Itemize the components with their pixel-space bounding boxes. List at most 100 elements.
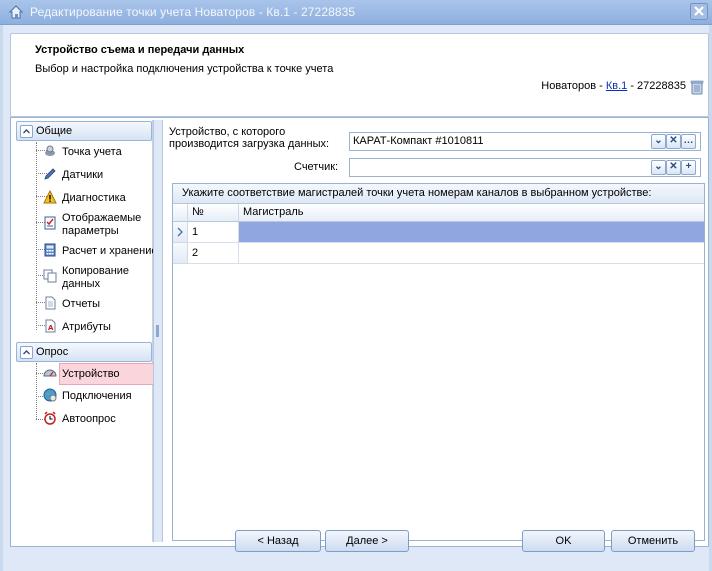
label-line-1: Копирование <box>62 265 130 277</box>
sidebar: Общие Точка учета Датчики Диагностика От… <box>13 120 162 542</box>
label-line-2: параметры <box>62 225 119 237</box>
content-area: Общие Точка учета Датчики Диагностика От… <box>10 117 709 547</box>
sidebar-item-label: Подключения <box>62 390 132 402</box>
main-panel: Устройство, с которого производится загру… <box>163 120 705 542</box>
table-row-1-line[interactable] <box>239 222 704 243</box>
device-icon <box>43 369 57 377</box>
clear-icon: ✕ <box>669 135 678 146</box>
sidebar-item-label: Диагностика <box>62 192 126 204</box>
device-label: Устройство, с которого производится загру… <box>169 126 329 150</box>
grid-corner <box>173 204 188 222</box>
sidebar-item-label: Автоопрос <box>62 413 116 425</box>
sidebar-item-label: Копирование данных <box>62 265 129 291</box>
column-header-line[interactable]: Магистраль <box>239 204 704 222</box>
table-row-2-num[interactable]: 2 <box>188 243 239 264</box>
device-clear-button[interactable]: ✕ <box>666 134 681 149</box>
apartment-link[interactable]: Кв.1 <box>606 80 627 92</box>
label-line-1: Отображаемые <box>62 212 142 224</box>
sidebar-item-connections[interactable]: Подключения <box>13 387 152 407</box>
page-title: Устройство съема и передачи данных <box>35 44 245 56</box>
cell-text: 1 <box>192 226 199 238</box>
sidebar-item-copy-data[interactable]: Копирование данных <box>13 264 152 292</box>
meter-label: Счетчик: <box>294 161 339 173</box>
meter-icon <box>45 145 55 156</box>
sidebar-group-general[interactable]: Общие <box>16 121 152 141</box>
sidebar-item-label: Точка учета <box>62 146 122 158</box>
breadcrumb-suffix: - 27228835 <box>627 80 686 92</box>
grid-caption: Укажите соответствие магистралей точки у… <box>173 184 704 204</box>
pencil-icon <box>44 168 56 180</box>
sidebar-item-label: Датчики <box>62 169 104 181</box>
sidebar-item-displayed-params[interactable]: Отображаемые параметры <box>13 211 152 239</box>
meter-clear-button[interactable]: ✕ <box>666 160 681 175</box>
close-icon[interactable] <box>690 3 708 20</box>
meter-combo[interactable]: ⌄ ✕ + <box>349 158 701 177</box>
connection-icon <box>43 388 57 402</box>
row-selector[interactable] <box>173 243 188 264</box>
pane-splitter[interactable] <box>153 120 163 542</box>
sidebar-item-sensors[interactable]: Датчики <box>13 166 152 186</box>
sidebar-item-calc-storage[interactable]: Расчет и хранение <box>13 242 158 262</box>
current-row-arrow-icon <box>177 227 183 237</box>
grid-caption-text: Укажите соответствие магистралей точки у… <box>182 187 652 199</box>
ok-button-label: OK <box>555 535 572 547</box>
breadcrumb: Новаторов - Кв.1 - 27228835 <box>541 80 686 92</box>
dialog-window: Редактирование точки учета Новаторов - К… <box>0 0 712 571</box>
ellipsis-icon: … <box>683 135 694 146</box>
column-header-label: № <box>192 206 204 218</box>
next-button-label: Далее > <box>346 535 388 547</box>
sidebar-item-label: Отображаемые параметры <box>62 212 141 238</box>
chevron-down-icon: ⌄ <box>654 161 663 172</box>
trash-icon[interactable] <box>690 79 704 95</box>
meter-add-button[interactable]: + <box>681 160 696 175</box>
row-selector[interactable] <box>173 222 188 243</box>
sidebar-item-metering-point[interactable]: Точка учета <box>13 143 152 163</box>
breadcrumb-prefix: Новаторов - <box>541 80 606 92</box>
sidebar-group-label: Опрос <box>36 346 69 358</box>
label-line-2: данных <box>62 278 101 290</box>
sidebar-item-auto-poll[interactable]: Автоопрос <box>13 410 152 430</box>
sidebar-group-label: Общие <box>36 125 73 137</box>
attributes-icon: A <box>45 319 56 333</box>
device-combo[interactable]: КАРАТ-Компакт #1010811 ⌄ ✕ … <box>349 132 701 151</box>
svg-text:A: A <box>48 324 54 332</box>
next-button[interactable]: Далее > <box>325 530 409 552</box>
page-header: Устройство съема и передачи данных Выбор… <box>10 33 709 117</box>
sidebar-item-diagnostics[interactable]: Диагностика <box>13 189 152 209</box>
back-button[interactable]: < Назад <box>235 530 321 552</box>
splitter-grip[interactable] <box>156 325 159 337</box>
device-dropdown-button[interactable]: ⌄ <box>651 134 666 149</box>
device-value: КАРАТ-Компакт #1010811 <box>353 135 484 147</box>
dialog-body: Устройство съема и передачи данных Выбор… <box>3 25 709 571</box>
chevron-up-icon[interactable] <box>20 125 33 138</box>
column-header-label: Магистраль <box>243 206 304 218</box>
window-title: Редактирование точки учета Новаторов - К… <box>30 5 356 19</box>
ok-button[interactable]: OK <box>522 530 605 552</box>
back-button-label: < Назад <box>257 535 299 547</box>
document-icon <box>45 296 56 310</box>
sidebar-item-device[interactable]: Устройство <box>13 364 152 384</box>
sidebar-item-label: Отчеты <box>62 298 101 310</box>
channel-mapping-grid: Укажите соответствие магистралей точки у… <box>172 183 705 541</box>
cancel-button[interactable]: Отменить <box>611 530 695 552</box>
sidebar-item-label: Расчет и хранение <box>62 245 158 257</box>
meter-dropdown-button[interactable]: ⌄ <box>651 160 666 175</box>
device-browse-button[interactable]: … <box>681 134 696 149</box>
chevron-up-icon[interactable] <box>20 346 33 359</box>
column-header-num[interactable]: № <box>188 204 239 222</box>
device-label-line-1: Устройство, с которого <box>169 126 286 138</box>
page-subtitle: Выбор и настройка подключения устройства… <box>35 63 334 75</box>
sidebar-item-reports[interactable]: Отчеты <box>13 295 152 315</box>
sidebar-group-polling[interactable]: Опрос <box>16 342 152 362</box>
plus-icon: + <box>685 161 692 172</box>
chevron-down-icon: ⌄ <box>654 135 663 146</box>
alarm-clock-icon <box>44 411 56 425</box>
calculator-icon <box>44 243 56 257</box>
table-row-1-num[interactable]: 1 <box>188 222 239 243</box>
sidebar-item-label: Устройство <box>62 368 120 380</box>
sidebar-item-attributes[interactable]: A Атрибуты <box>13 318 152 338</box>
device-label-line-2: производится загрузка данных: <box>169 138 330 150</box>
table-row-2-line[interactable] <box>239 243 704 264</box>
checklist-icon <box>44 216 56 230</box>
clear-icon: ✕ <box>669 161 678 172</box>
